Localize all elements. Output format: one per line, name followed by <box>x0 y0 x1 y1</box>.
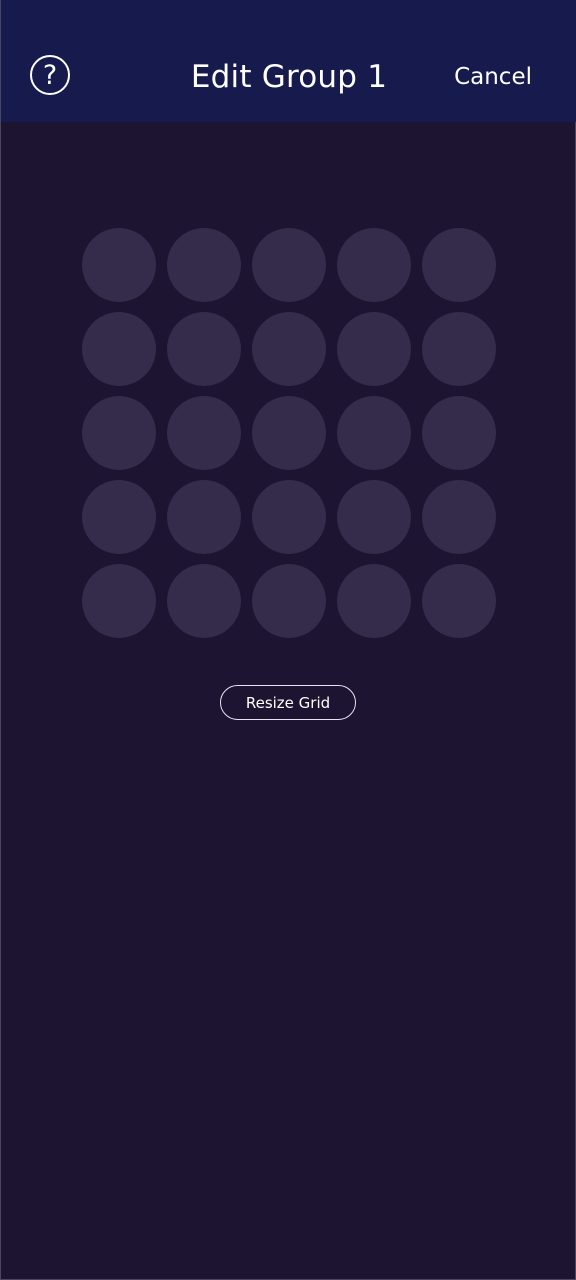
grid-cell[interactable] <box>252 312 326 386</box>
grid-cell[interactable] <box>422 228 496 302</box>
grid-cell[interactable] <box>252 480 326 554</box>
grid-cell[interactable] <box>337 396 411 470</box>
grid-cell[interactable] <box>82 228 156 302</box>
grid-cell[interactable] <box>337 312 411 386</box>
question-mark-icon: ? <box>42 59 58 91</box>
grid-cell[interactable] <box>422 312 496 386</box>
grid-cell[interactable] <box>167 564 241 638</box>
grid-cell[interactable] <box>82 312 156 386</box>
grid-cell[interactable] <box>82 564 156 638</box>
group-grid <box>82 228 496 638</box>
grid-cell[interactable] <box>422 564 496 638</box>
grid-cell[interactable] <box>337 228 411 302</box>
grid-cell[interactable] <box>337 480 411 554</box>
cancel-button[interactable]: Cancel <box>454 60 532 94</box>
app-screen: ? Edit Group 1 Cancel Resize Grid <box>0 0 576 1280</box>
help-icon[interactable]: ? <box>30 55 70 95</box>
grid-cell[interactable] <box>422 396 496 470</box>
grid-cell[interactable] <box>252 564 326 638</box>
grid-cell[interactable] <box>167 228 241 302</box>
grid-cell[interactable] <box>82 480 156 554</box>
grid-cell[interactable] <box>252 228 326 302</box>
grid-cell[interactable] <box>167 396 241 470</box>
grid-cell[interactable] <box>252 396 326 470</box>
grid-cell[interactable] <box>167 312 241 386</box>
grid-cell[interactable] <box>167 480 241 554</box>
top-bar: ? Edit Group 1 Cancel <box>1 0 576 122</box>
resize-grid-button[interactable]: Resize Grid <box>220 685 356 720</box>
grid-cell[interactable] <box>337 564 411 638</box>
grid-cell[interactable] <box>422 480 496 554</box>
grid-cell[interactable] <box>82 396 156 470</box>
